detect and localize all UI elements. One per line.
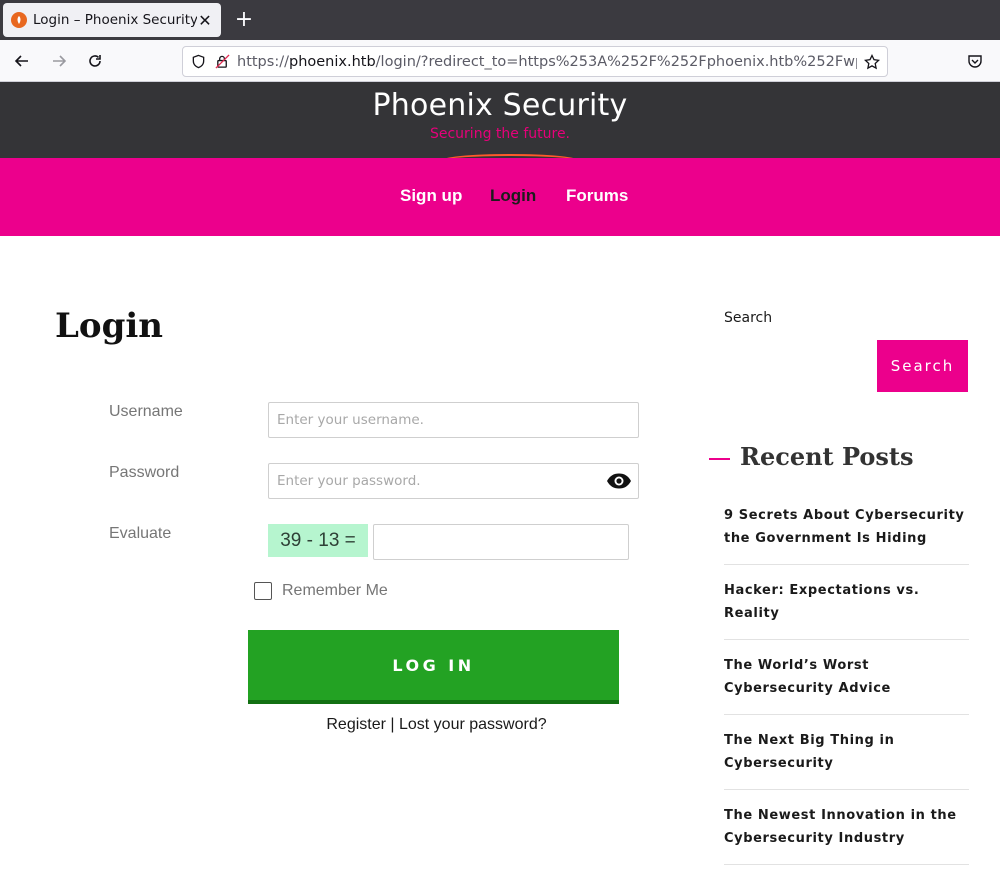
remember-me-checkbox[interactable] (254, 582, 272, 600)
list-item: The World’s Worst Cybersecurity Advice (724, 654, 969, 715)
site-tagline: Securing the future. (429, 126, 571, 142)
search-label: Search (724, 310, 773, 326)
back-button[interactable] (8, 48, 36, 74)
page-title: Login (55, 306, 163, 346)
url-path: /login/?redirect_to=https%253A%252F%252F… (375, 53, 857, 70)
recent-post-link[interactable]: Hacker: Expectations vs. Reality (724, 579, 969, 625)
password-input[interactable] (268, 463, 639, 499)
captcha-answer-input[interactable] (373, 524, 629, 560)
url-text[interactable]: https://phoenix.htb/login/?redirect_to=h… (237, 54, 857, 70)
browser-tab[interactable]: Login – Phoenix Security ✕ (3, 3, 221, 37)
list-item: The Newest Innovation in the Cybersecuri… (724, 804, 969, 865)
menu-item-forums[interactable]: Forums (566, 186, 628, 206)
login-links: Register | Lost your password? (248, 716, 625, 734)
shield-icon[interactable] (189, 53, 207, 71)
menu-item-login[interactable]: Login (490, 186, 536, 206)
reload-button[interactable] (81, 48, 109, 74)
tab-title: Login – Phoenix Security (33, 12, 197, 28)
list-item: Hacker: Expectations vs. Reality (724, 579, 969, 640)
bookmark-star-icon[interactable] (863, 53, 881, 71)
url-host: phoenix.htb (288, 53, 376, 70)
site-title[interactable]: Phoenix Security (0, 88, 1000, 123)
back-arrow-icon (14, 55, 28, 67)
browser-tab-bar: Login – Phoenix Security ✕ + (0, 0, 1000, 40)
list-item: The Next Big Thing in Cybersecurity (724, 729, 969, 790)
tab-close-icon[interactable]: ✕ (197, 11, 213, 30)
list-item: 9 Secrets About Cybersecurity the Govern… (724, 504, 969, 565)
forward-button[interactable] (45, 48, 73, 74)
browser-nav-bar: https://phoenix.htb/login/?redirect_to=h… (0, 40, 1000, 82)
math-captcha: 39 - 13 = (268, 524, 368, 557)
menu-item-sign-up[interactable]: Sign up (400, 186, 462, 206)
recent-post-link[interactable]: The World’s Worst Cybersecurity Advice (724, 654, 969, 700)
username-input[interactable] (268, 402, 639, 438)
lost-password-link[interactable]: Lost your password? (399, 716, 547, 733)
forward-arrow-icon (53, 55, 67, 67)
password-label: Password (109, 464, 180, 481)
search-button[interactable]: Search (877, 340, 968, 392)
url-prefix: https:// (237, 53, 289, 70)
phoenix-favicon-icon (11, 12, 27, 28)
evaluate-label: Evaluate (109, 525, 172, 542)
recent-posts-accent (709, 458, 730, 460)
new-tab-button[interactable]: + (232, 6, 256, 34)
recent-posts-title: Recent Posts (740, 442, 914, 471)
pocket-icon[interactable] (964, 50, 986, 72)
username-label: Username (109, 403, 183, 420)
login-button[interactable]: LOG IN (248, 630, 619, 704)
url-bar[interactable]: https://phoenix.htb/login/?redirect_to=h… (182, 46, 888, 77)
remember-me-label[interactable]: Remember Me (282, 582, 388, 600)
insecure-lock-icon[interactable] (213, 53, 231, 71)
recent-post-link[interactable]: 9 Secrets About Cybersecurity the Govern… (724, 504, 969, 550)
recent-post-link[interactable]: The Next Big Thing in Cybersecurity (724, 729, 969, 775)
recent-post-link[interactable]: The Newest Innovation in the Cybersecuri… (724, 804, 969, 850)
link-separator: | (385, 716, 399, 733)
reload-icon (89, 55, 101, 67)
site-header: Phoenix Security Securing the future. (0, 82, 1000, 158)
register-link[interactable]: Register (326, 716, 386, 733)
main-menu: Sign up Login Forums (0, 158, 1000, 236)
show-password-eye-icon[interactable] (606, 472, 632, 490)
